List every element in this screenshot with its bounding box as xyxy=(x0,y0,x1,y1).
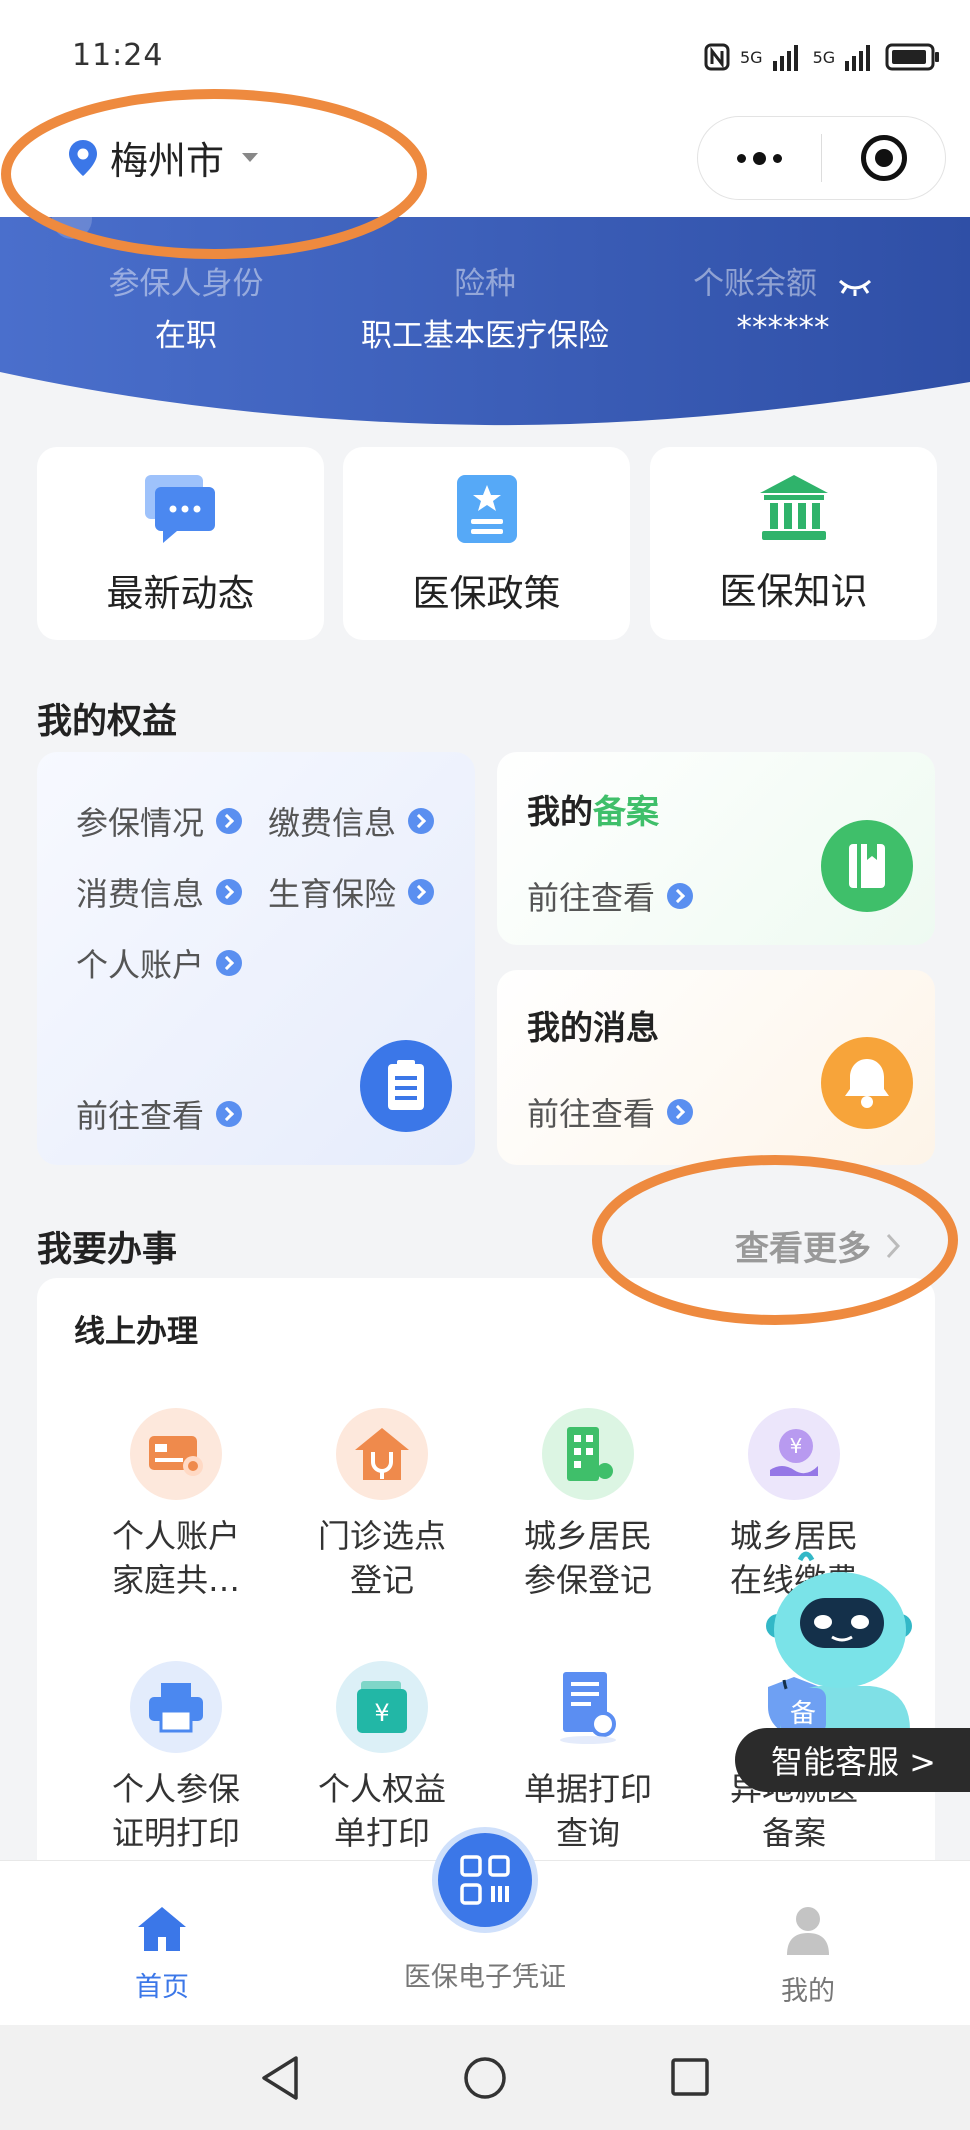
link-insurance-status[interactable]: 参保情况 xyxy=(76,798,243,844)
ai-service-button[interactable]: 智能客服 > xyxy=(735,1728,970,1792)
service-clinic-registration[interactable]: 门诊选点 登记 xyxy=(279,1408,485,1602)
arrow-circle-icon xyxy=(216,808,243,834)
yuan-hand-icon: ¥ xyxy=(770,1429,818,1476)
arrow-circle-icon xyxy=(667,1099,694,1125)
view-more-link[interactable]: 查看更多 xyxy=(735,1221,901,1270)
quick-link-knowledge[interactable]: 医保知识 xyxy=(650,447,937,640)
insurance-type-value: 职工基本医疗保险 xyxy=(361,318,609,354)
qr-code-icon xyxy=(460,1855,510,1905)
arrow-circle-icon xyxy=(408,808,435,834)
chevron-right-icon xyxy=(886,1233,901,1258)
wallet-icon: ¥ xyxy=(357,1681,407,1733)
tab-e-voucher-label[interactable]: 医保电子凭证 xyxy=(380,1955,590,1994)
signal-icon-2 xyxy=(845,45,871,71)
bank-building-icon xyxy=(759,475,828,540)
quick-link-policy-label: 医保政策 xyxy=(412,572,561,615)
city-selector[interactable]: 梅州市 xyxy=(66,130,259,185)
insured-identity-label: 参保人身份 xyxy=(108,266,264,302)
signal-label-1: 5G xyxy=(740,47,763,67)
service-family-account[interactable]: 个人账户 家庭共… xyxy=(73,1408,279,1602)
signal-icon xyxy=(772,45,798,71)
signal-label-2: 5G xyxy=(812,47,836,67)
section-title-services: 我要办事 xyxy=(37,1230,178,1270)
location-pin-icon xyxy=(69,139,97,176)
more-dots-icon xyxy=(737,151,782,165)
quick-link-news[interactable]: 最新动态 xyxy=(37,447,324,640)
arrow-circle-icon xyxy=(667,883,694,909)
arrow-circle-icon xyxy=(408,879,435,905)
svg-text:¥: ¥ xyxy=(374,1699,389,1727)
account-balance: 个账余额 ****** xyxy=(633,258,933,346)
link-payment-info[interactable]: 缴费信息 xyxy=(268,798,435,844)
miniapp-capsule xyxy=(697,116,946,200)
account-balance-value: ****** xyxy=(736,310,830,346)
service-receipt-query[interactable]: 单据打印 查询 xyxy=(485,1661,691,1855)
book-icon xyxy=(821,820,913,912)
filing-go-link[interactable]: 前往查看 xyxy=(527,873,694,919)
online-services-title: 线上办理 xyxy=(74,1314,198,1350)
quick-link-policy[interactable]: 医保政策 xyxy=(343,447,630,640)
document-star-icon xyxy=(456,475,517,543)
system-status-icons: 5G 5G xyxy=(704,36,941,78)
tab-home-label: 首页 xyxy=(135,1972,189,2003)
link-consumption-info[interactable]: 消费信息 xyxy=(76,869,243,915)
clipboard-icon xyxy=(360,1040,452,1132)
user-icon xyxy=(787,1907,829,1955)
account-balance-label: 个账余额 xyxy=(633,258,933,302)
status-time: 11:24 xyxy=(72,38,164,73)
tab-home[interactable]: 首页 xyxy=(108,1905,216,2004)
link-maternity-insurance[interactable]: 生育保险 xyxy=(268,869,435,915)
arrow-circle-icon xyxy=(216,879,243,905)
messages-go-link[interactable]: 前往查看 xyxy=(527,1089,694,1135)
insurance-type-label: 险种 xyxy=(454,266,516,302)
building-icon xyxy=(567,1427,613,1481)
insured-identity-value: 在职 xyxy=(155,318,217,354)
home-nav-icon[interactable] xyxy=(463,2056,507,2100)
filing-title: 我的备案 xyxy=(527,792,659,831)
service-certificate-print[interactable]: 个人参保 证明打印 xyxy=(73,1661,279,1855)
rights-go-link[interactable]: 前往查看 xyxy=(76,1091,243,1137)
caret-down-icon xyxy=(242,153,259,162)
printer-icon xyxy=(149,1683,203,1733)
home-icon xyxy=(138,1907,186,1951)
quick-link-knowledge-label: 医保知识 xyxy=(719,570,868,613)
quick-link-news-label: 最新动态 xyxy=(106,572,255,615)
back-nav-icon[interactable] xyxy=(258,2054,302,2102)
arrow-circle-icon xyxy=(216,1101,243,1127)
section-title-rights: 我的权益 xyxy=(37,702,178,742)
receipt-search-icon xyxy=(560,1672,616,1744)
tab-mine-label: 我的 xyxy=(781,1976,835,2007)
target-icon xyxy=(860,135,907,181)
clinic-house-icon xyxy=(355,1428,409,1480)
insured-identity: 参保人身份 在职 xyxy=(36,258,336,355)
messages-title: 我的消息 xyxy=(527,1008,659,1047)
svg-text:¥: ¥ xyxy=(790,1434,803,1458)
nfc-icon xyxy=(704,43,730,71)
bell-icon xyxy=(821,1037,913,1129)
link-personal-account[interactable]: 个人账户 xyxy=(76,940,243,986)
e-voucher-button[interactable] xyxy=(432,1827,538,1933)
insurance-type: 险种 职工基本医疗保险 xyxy=(335,258,635,355)
recents-nav-icon[interactable] xyxy=(670,2057,710,2097)
city-name: 梅州市 xyxy=(110,139,225,183)
service-rights-print[interactable]: ¥ 个人权益 单打印 xyxy=(279,1661,485,1855)
tab-mine[interactable]: 我的 xyxy=(754,1905,862,2008)
more-button[interactable] xyxy=(698,117,821,199)
card-icon xyxy=(149,1436,203,1476)
battery-icon xyxy=(885,43,940,71)
service-resident-enrollment[interactable]: 城乡居民 参保登记 xyxy=(485,1408,691,1602)
close-miniapp-button[interactable] xyxy=(822,117,945,199)
arrow-circle-icon xyxy=(216,950,243,976)
chat-bubble-icon xyxy=(144,475,215,543)
eye-closed-icon[interactable] xyxy=(837,275,873,297)
